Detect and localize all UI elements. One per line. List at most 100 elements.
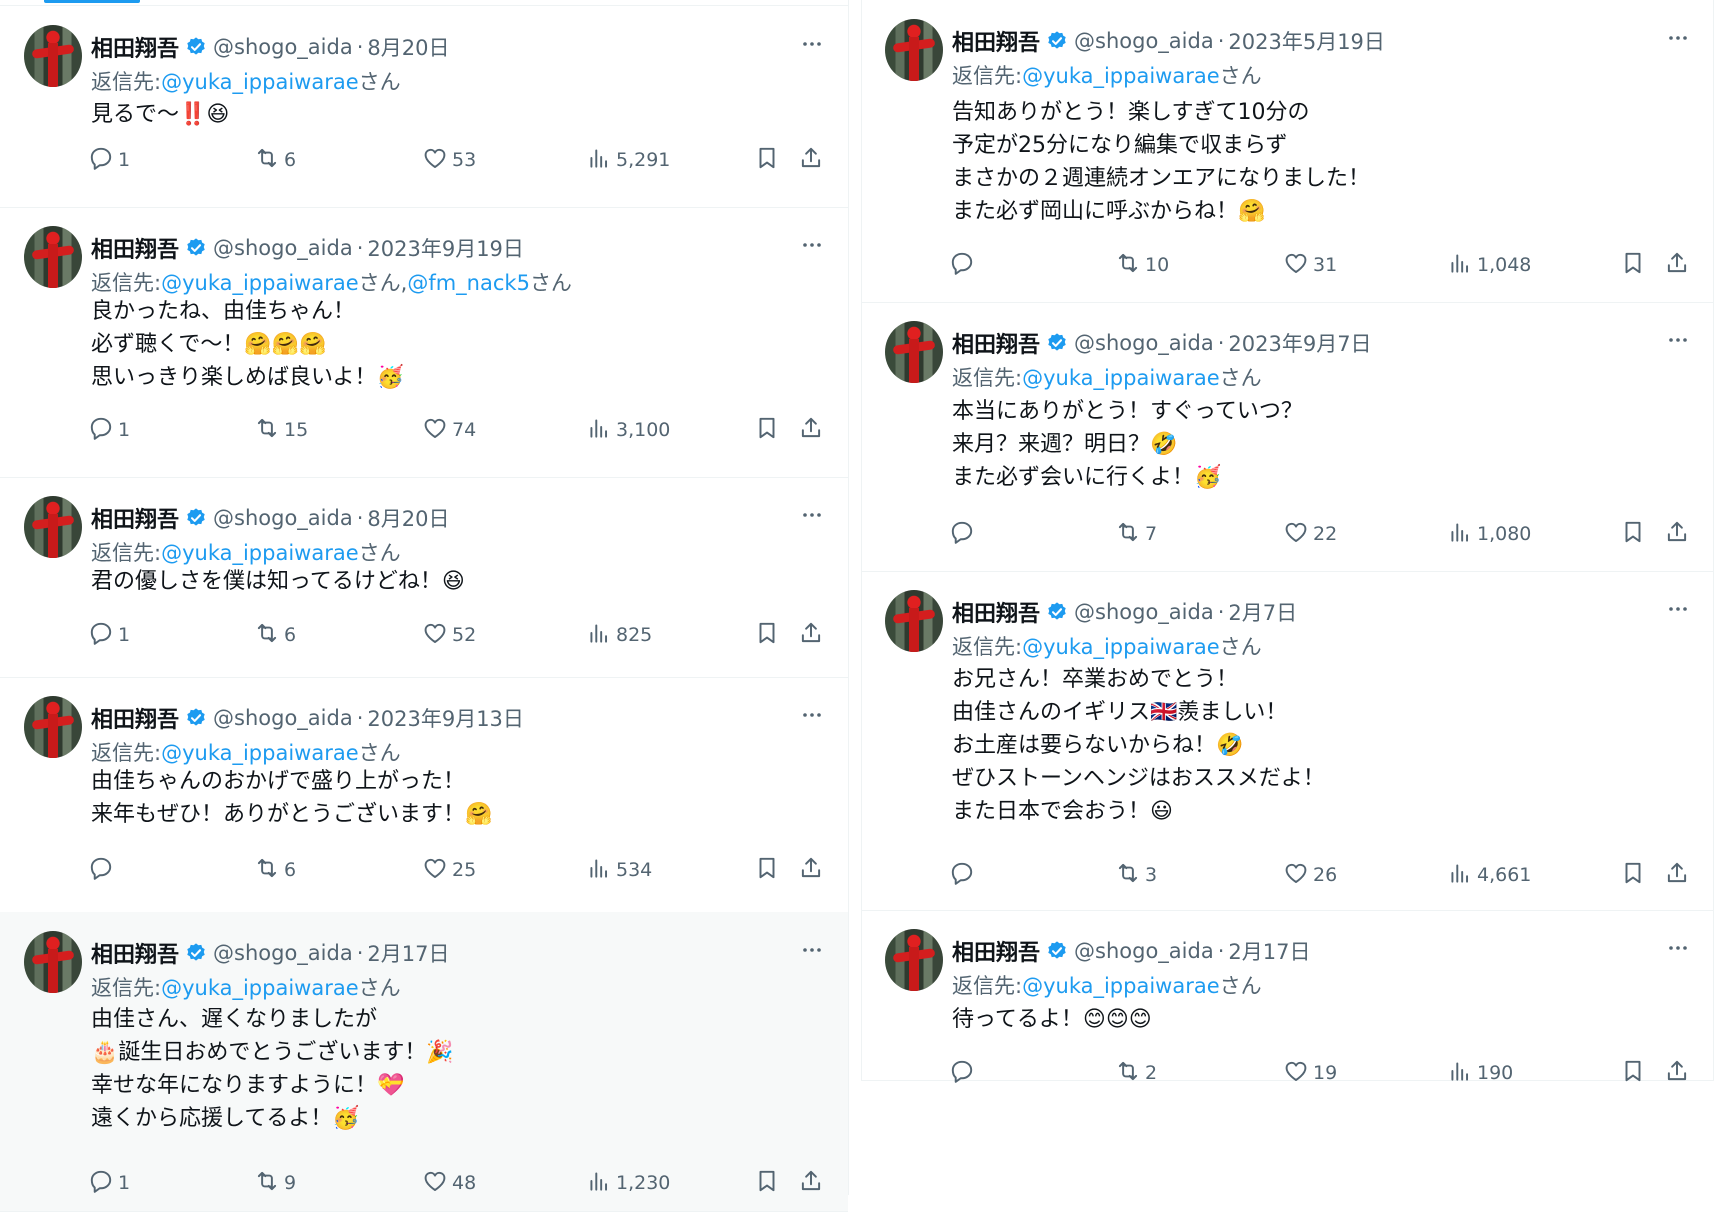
views-button[interactable]: 1,080 bbox=[1447, 519, 1531, 549]
share-button[interactable] bbox=[1664, 1058, 1690, 1088]
reply-button[interactable] bbox=[949, 1058, 979, 1088]
retweet-button[interactable]: 9 bbox=[254, 1168, 296, 1198]
reply-button[interactable]: 1 bbox=[88, 415, 130, 445]
bookmark-button[interactable] bbox=[754, 145, 780, 175]
bookmark-button[interactable] bbox=[1620, 519, 1646, 549]
retweet-button[interactable]: 3 bbox=[1115, 860, 1157, 890]
tweet-card[interactable]: 相田翔吾 @shogo_aida · 2023年5月19日 返信先:@yuka_ippa… bbox=[861, 0, 1714, 303]
retweet-button[interactable]: 6 bbox=[254, 855, 296, 885]
like-button[interactable]: 19 bbox=[1283, 1058, 1337, 1088]
bookmark-button[interactable] bbox=[1620, 860, 1646, 890]
author-handle[interactable]: @shogo_aida bbox=[213, 706, 353, 730]
more-options-icon[interactable] bbox=[800, 233, 824, 257]
tweet-date[interactable]: 2023年5月19日 bbox=[1228, 26, 1385, 56]
retweet-button[interactable]: 2 bbox=[1115, 1058, 1157, 1088]
avatar[interactable] bbox=[885, 590, 943, 652]
like-button[interactable]: 22 bbox=[1283, 519, 1337, 549]
author-name[interactable]: 相田翔吾 bbox=[91, 232, 179, 264]
author-handle[interactable]: @shogo_aida bbox=[1074, 331, 1214, 355]
reply-button[interactable] bbox=[949, 519, 979, 549]
like-button[interactable]: 26 bbox=[1283, 860, 1337, 890]
retweet-button[interactable]: 6 bbox=[254, 620, 296, 650]
author-name[interactable]: 相田翔吾 bbox=[952, 935, 1040, 967]
like-button[interactable]: 52 bbox=[422, 620, 476, 650]
author-handle[interactable]: @shogo_aida bbox=[1074, 600, 1214, 624]
reply-to-handle-link[interactable]: @yuka_ippaiwarae bbox=[161, 976, 359, 1000]
avatar[interactable] bbox=[24, 496, 82, 558]
bookmark-button[interactable] bbox=[754, 855, 780, 885]
reply-button[interactable] bbox=[949, 860, 979, 890]
retweet-button[interactable]: 10 bbox=[1115, 250, 1169, 280]
tweet-card[interactable]: 相田翔吾 @shogo_aida · 8月20日 返信先:@yuka_ippaiwara… bbox=[0, 6, 848, 208]
reply-to-handle-link[interactable]: @yuka_ippaiwarae bbox=[161, 741, 359, 765]
author-handle[interactable]: @shogo_aida bbox=[213, 941, 353, 965]
tweet-card[interactable]: 相田翔吾 @shogo_aida · 2月17日 返信先:@yuka_ippaiwara… bbox=[0, 912, 848, 1212]
reply-to-handle-link[interactable]: @yuka_ippaiwarae bbox=[161, 271, 359, 295]
tweet-date[interactable]: 2023年9月7日 bbox=[1228, 328, 1371, 358]
reply-button[interactable]: 1 bbox=[88, 1168, 130, 1198]
share-button[interactable] bbox=[798, 855, 824, 885]
share-button[interactable] bbox=[1664, 250, 1690, 280]
views-button[interactable]: 3,100 bbox=[586, 415, 670, 445]
avatar[interactable] bbox=[885, 929, 943, 991]
author-name[interactable]: 相田翔吾 bbox=[91, 937, 179, 969]
author-name[interactable]: 相田翔吾 bbox=[91, 702, 179, 734]
tweet-date[interactable]: 2023年9月19日 bbox=[367, 233, 524, 263]
tweet-card[interactable]: 相田翔吾 @shogo_aida · 2023年9月13日 返信先:@yuka_ippa… bbox=[0, 677, 848, 913]
tweet-card[interactable]: 相田翔吾 @shogo_aida · 2023年9月19日 返信先:@yuka_ippa… bbox=[0, 207, 848, 478]
avatar[interactable] bbox=[24, 25, 82, 87]
bookmark-button[interactable] bbox=[754, 415, 780, 445]
share-button[interactable] bbox=[798, 145, 824, 175]
views-button[interactable]: 1,048 bbox=[1447, 250, 1531, 280]
author-name[interactable]: 相田翔吾 bbox=[952, 25, 1040, 57]
tweet-date[interactable]: 2月17日 bbox=[367, 938, 449, 968]
bookmark-button[interactable] bbox=[1620, 1058, 1646, 1088]
views-button[interactable]: 825 bbox=[586, 620, 652, 650]
reply-to-handle-link[interactable]: @yuka_ippaiwarae bbox=[161, 541, 359, 565]
views-button[interactable]: 534 bbox=[586, 855, 652, 885]
retweet-button[interactable]: 6 bbox=[254, 145, 296, 175]
tweet-date[interactable]: 8月20日 bbox=[367, 32, 449, 62]
share-button[interactable] bbox=[798, 415, 824, 445]
retweet-button[interactable]: 15 bbox=[254, 415, 308, 445]
avatar[interactable] bbox=[24, 226, 82, 288]
reply-button[interactable]: 1 bbox=[88, 145, 130, 175]
more-options-icon[interactable] bbox=[800, 32, 824, 56]
share-button[interactable] bbox=[798, 1168, 824, 1198]
views-button[interactable]: 5,291 bbox=[586, 145, 670, 175]
like-button[interactable]: 31 bbox=[1283, 250, 1337, 280]
tweet-date[interactable]: 2月7日 bbox=[1228, 597, 1297, 627]
reply-to-handle-link[interactable]: @yuka_ippaiwarae bbox=[1022, 366, 1220, 390]
author-handle[interactable]: @shogo_aida bbox=[213, 35, 353, 59]
more-options-icon[interactable] bbox=[800, 703, 824, 727]
more-options-icon[interactable] bbox=[1666, 26, 1690, 50]
tweet-date[interactable]: 8月20日 bbox=[367, 503, 449, 533]
reply-button[interactable] bbox=[949, 250, 979, 280]
author-handle[interactable]: @shogo_aida bbox=[213, 506, 353, 530]
author-handle[interactable]: @shogo_aida bbox=[213, 236, 353, 260]
author-handle[interactable]: @shogo_aida bbox=[1074, 29, 1214, 53]
tweet-card[interactable]: 相田翔吾 @shogo_aida · 2023年9月7日 返信先:@yuka_ippai… bbox=[861, 302, 1714, 572]
more-options-icon[interactable] bbox=[1666, 328, 1690, 352]
avatar[interactable] bbox=[885, 321, 943, 383]
bookmark-button[interactable] bbox=[754, 1168, 780, 1198]
share-button[interactable] bbox=[1664, 860, 1690, 890]
author-handle[interactable]: @shogo_aida bbox=[1074, 939, 1214, 963]
views-button[interactable]: 190 bbox=[1447, 1058, 1513, 1088]
like-button[interactable]: 53 bbox=[422, 145, 476, 175]
author-name[interactable]: 相田翔吾 bbox=[952, 327, 1040, 359]
like-button[interactable]: 48 bbox=[422, 1168, 476, 1198]
views-button[interactable]: 1,230 bbox=[586, 1168, 670, 1198]
reply-to-handle-link[interactable]: @yuka_ippaiwarae bbox=[1022, 974, 1220, 998]
share-button[interactable] bbox=[798, 620, 824, 650]
share-button[interactable] bbox=[1664, 519, 1690, 549]
bookmark-button[interactable] bbox=[754, 620, 780, 650]
like-button[interactable]: 74 bbox=[422, 415, 476, 445]
tweet-card[interactable]: 相田翔吾 @shogo_aida · 8月20日 返信先:@yuka_ippaiwara… bbox=[0, 477, 848, 678]
author-name[interactable]: 相田翔吾 bbox=[91, 502, 179, 534]
reply-button[interactable]: 1 bbox=[88, 620, 130, 650]
author-name[interactable]: 相田翔吾 bbox=[952, 596, 1040, 628]
more-options-icon[interactable] bbox=[800, 503, 824, 527]
reply-button[interactable] bbox=[88, 855, 118, 885]
more-options-icon[interactable] bbox=[1666, 936, 1690, 960]
